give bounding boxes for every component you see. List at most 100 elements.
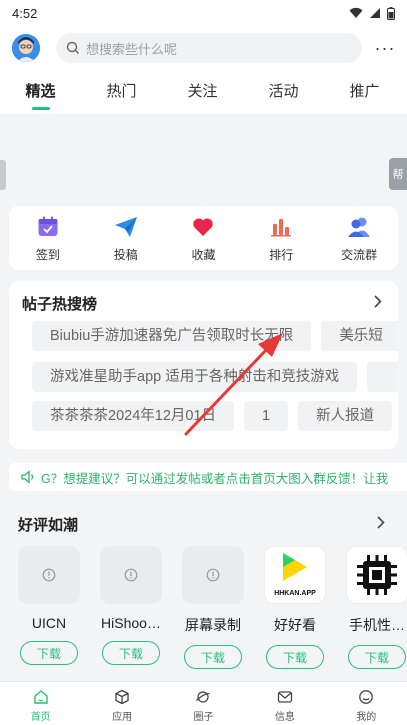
tab-events[interactable]: 活动 xyxy=(243,70,324,114)
download-button[interactable]: 下载 xyxy=(266,645,324,669)
quick-action-label: 排行 xyxy=(269,247,294,262)
hot-posts-row: 游戏准星助手app 适用于各种射击和竞技游戏 xyxy=(32,362,398,392)
good-reviews-title: 好评如潮 xyxy=(18,517,79,534)
hot-post-chip[interactable]: 新人报道 xyxy=(298,401,393,431)
hot-post-chip[interactable] xyxy=(367,362,398,392)
calendar-icon xyxy=(38,216,58,236)
quick-action-checkin[interactable]: 签到 xyxy=(9,214,87,263)
placeholder-icon xyxy=(42,568,56,582)
hot-posts-card: 帖子热搜榜 Biubiu手游加速器免广告领取时长无限 美乐短 游戏准星助手app… xyxy=(9,281,398,449)
nav-label: 我的 xyxy=(356,712,377,723)
avatar-image-icon xyxy=(12,34,40,62)
nav-label: 圈子 xyxy=(193,712,214,723)
quick-action-favorites[interactable]: 收藏 xyxy=(165,214,243,263)
quick-action-label: 收藏 xyxy=(191,247,216,262)
nav-circle[interactable]: 圈子 xyxy=(163,682,244,725)
app-card[interactable]: UICN 下载 xyxy=(18,546,80,669)
chevron-right-icon[interactable] xyxy=(374,295,382,308)
chevron-right-icon[interactable] xyxy=(377,516,385,529)
hot-post-chip[interactable]: Biubiu手游加速器免广告领取时长无限 xyxy=(32,321,312,351)
nav-messages[interactable]: 信息 xyxy=(244,682,325,725)
app-name: 好好看 xyxy=(274,617,316,633)
nav-label: 信息 xyxy=(274,712,295,723)
hot-posts-title: 帖子热搜榜 xyxy=(22,296,98,313)
hot-post-chip[interactable]: 美乐短 xyxy=(321,321,398,351)
status-bar: 4:52 xyxy=(0,0,407,26)
status-time: 4:52 xyxy=(12,5,38,21)
placeholder-icon xyxy=(124,568,138,582)
hhkan-logo-icon: HHKAN.APP xyxy=(274,553,316,597)
search-bar[interactable]: 想搜索些什么呢 xyxy=(56,33,362,63)
wifi-icon xyxy=(349,7,363,18)
nav-profile[interactable]: 我的 xyxy=(326,682,407,725)
quick-action-ranking[interactable]: 排行 xyxy=(242,214,320,263)
app-name: HiShoo… xyxy=(101,615,161,631)
planet-icon xyxy=(196,691,211,703)
speaker-icon xyxy=(21,470,34,484)
nav-label: 首页 xyxy=(30,712,51,723)
mail-icon xyxy=(277,691,293,703)
hot-post-chip[interactable]: 游戏准星助手app 适用于各种射击和竞技游戏 xyxy=(32,362,358,392)
quick-action-label: 签到 xyxy=(35,247,60,262)
banner-carousel[interactable] xyxy=(0,114,407,198)
nav-apps[interactable]: 应用 xyxy=(81,682,162,725)
quick-action-submit[interactable]: 投稿 xyxy=(87,214,165,263)
cube-icon xyxy=(115,689,129,705)
tab-following[interactable]: 关注 xyxy=(162,70,243,114)
bar-chart-icon xyxy=(271,218,292,236)
search-icon xyxy=(66,41,79,54)
hot-post-chip[interactable]: 茶茶茶茶2024年12月01日 xyxy=(32,401,235,431)
hot-post-chip[interactable]: 1 xyxy=(244,401,289,431)
nav-home[interactable]: 首页 xyxy=(0,682,81,725)
download-button[interactable]: 下载 xyxy=(20,641,78,665)
status-icons xyxy=(349,6,395,20)
more-dots-icon: ··· xyxy=(374,37,396,58)
battery-icon xyxy=(387,6,395,20)
bottom-nav: 首页 应用 圈子 信息 我的 xyxy=(0,681,407,725)
paper-plane-icon xyxy=(114,216,137,237)
app-icon xyxy=(182,546,244,604)
app-name: 手机性… xyxy=(349,617,405,633)
app-card[interactable]: HHKAN.APP 好好看 下载 xyxy=(264,546,326,669)
nav-label: 应用 xyxy=(112,712,133,723)
quick-actions: 签到 投稿 收藏 排行 交流群 xyxy=(9,206,398,270)
download-button[interactable]: 下载 xyxy=(348,645,406,669)
smile-icon xyxy=(359,690,374,704)
placeholder-icon xyxy=(206,568,220,582)
quick-action-label: 投稿 xyxy=(113,247,138,262)
app-name: 屏幕录制 xyxy=(185,617,241,633)
chip-icon xyxy=(357,555,397,595)
group-icon xyxy=(348,217,371,237)
avatar[interactable] xyxy=(12,34,40,62)
quick-action-label: 交流群 xyxy=(341,247,378,262)
app-icon xyxy=(346,546,407,604)
hot-posts-row: 茶茶茶茶2024年12月01日 1 新人报道 xyxy=(32,401,393,431)
download-button[interactable]: 下载 xyxy=(102,641,160,665)
category-tabs: 精选 热门 关注 活动 推广 xyxy=(0,70,407,114)
app-card[interactable]: 手机性… 下载 xyxy=(346,546,407,669)
tab-promotion[interactable]: 推广 xyxy=(324,70,405,114)
app-card[interactable]: 屏幕录制 下载 xyxy=(182,546,244,669)
top-header: 想搜索些什么呢 ··· xyxy=(0,26,407,70)
app-icon: HHKAN.APP xyxy=(264,546,326,604)
more-menu-button[interactable]: ··· xyxy=(375,38,395,58)
search-placeholder: 想搜索些什么呢 xyxy=(86,41,178,57)
quick-action-group[interactable]: 交流群 xyxy=(320,214,398,263)
download-button[interactable]: 下载 xyxy=(184,645,242,669)
app-icon xyxy=(100,546,162,604)
notice-bar[interactable]: G？想提建议？可以通过发帖或者点击首页大图入群反馈！让我 xyxy=(9,463,407,491)
help-side-tab[interactable]: 帮 xyxy=(389,158,407,190)
notice-text: G？想提建议？可以通过发帖或者点击首页大图入群反馈！让我 xyxy=(41,471,389,486)
app-name: UICN xyxy=(31,615,67,631)
hot-posts-row: Biubiu手游加速器免广告领取时长无限 美乐短 xyxy=(32,321,398,351)
signal-icon xyxy=(370,8,380,18)
tab-featured[interactable]: 精选 xyxy=(0,70,81,114)
app-card[interactable]: HiShoo… 下载 xyxy=(100,546,162,669)
svg-text:HHKAN.APP: HHKAN.APP xyxy=(274,590,316,597)
home-icon xyxy=(33,690,48,704)
good-reviews-apps: UICN 下载 HiShoo… 下载 屏幕录制 下载 HHKAN.APP 好好看… xyxy=(18,546,407,669)
tab-hot[interactable]: 热门 xyxy=(81,70,162,114)
app-icon xyxy=(18,546,80,604)
heart-icon xyxy=(193,217,214,236)
carousel-prev-peek xyxy=(0,160,6,190)
